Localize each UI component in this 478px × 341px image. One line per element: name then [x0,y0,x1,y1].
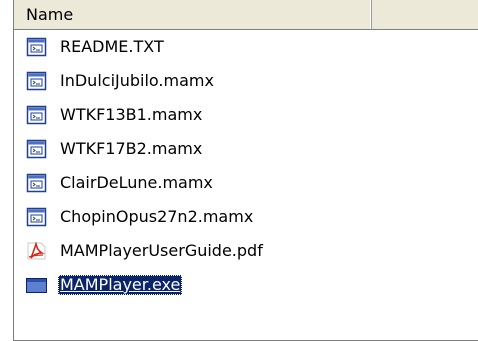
file-list-window: Name README.TXT InDulciJubilo.mamx WTKF1… [13,0,478,341]
document-icon [26,105,47,125]
document-icon [26,207,47,227]
file-name: MAMPlayer.exe [58,275,183,295]
column-header-bar: Name [14,0,478,30]
file-item-chopinopus27n2[interactable]: ChopinOpus27n2.mamx [26,202,366,232]
file-item-indulcijubilo[interactable]: InDulciJubilo.mamx [26,66,366,96]
file-item-readme[interactable]: README.TXT [26,32,366,62]
name-column-header[interactable]: Name [14,0,372,29]
file-name: WTKF13B1.mamx [60,105,203,124]
file-name: ClairDeLune.mamx [60,173,213,192]
file-item-wtkf13b1[interactable]: WTKF13B1.mamx [26,100,366,130]
document-icon [26,139,47,159]
file-item-clairdelune[interactable]: ClairDeLune.mamx [26,168,366,198]
document-icon [26,173,47,193]
name-column-label: Name [26,5,74,24]
pdf-icon [27,241,46,260]
file-list: README.TXT InDulciJubilo.mamx WTKF13B1.m… [14,30,372,340]
file-item-userguide-pdf[interactable]: MAMPlayerUserGuide.pdf [26,236,366,266]
application-icon [26,278,47,293]
file-name: README.TXT [60,37,164,56]
file-item-wtkf17b2[interactable]: WTKF17B2.mamx [26,134,366,164]
file-name: InDulciJubilo.mamx [60,71,214,90]
next-column-header[interactable] [372,0,478,29]
file-name: ChopinOpus27n2.mamx [60,207,254,226]
file-name: MAMPlayerUserGuide.pdf [60,241,263,260]
file-item-mamplayer-exe[interactable]: MAMPlayer.exe [26,270,366,300]
file-name: WTKF17B2.mamx [60,139,203,158]
document-icon [26,37,47,57]
document-icon [26,71,47,91]
